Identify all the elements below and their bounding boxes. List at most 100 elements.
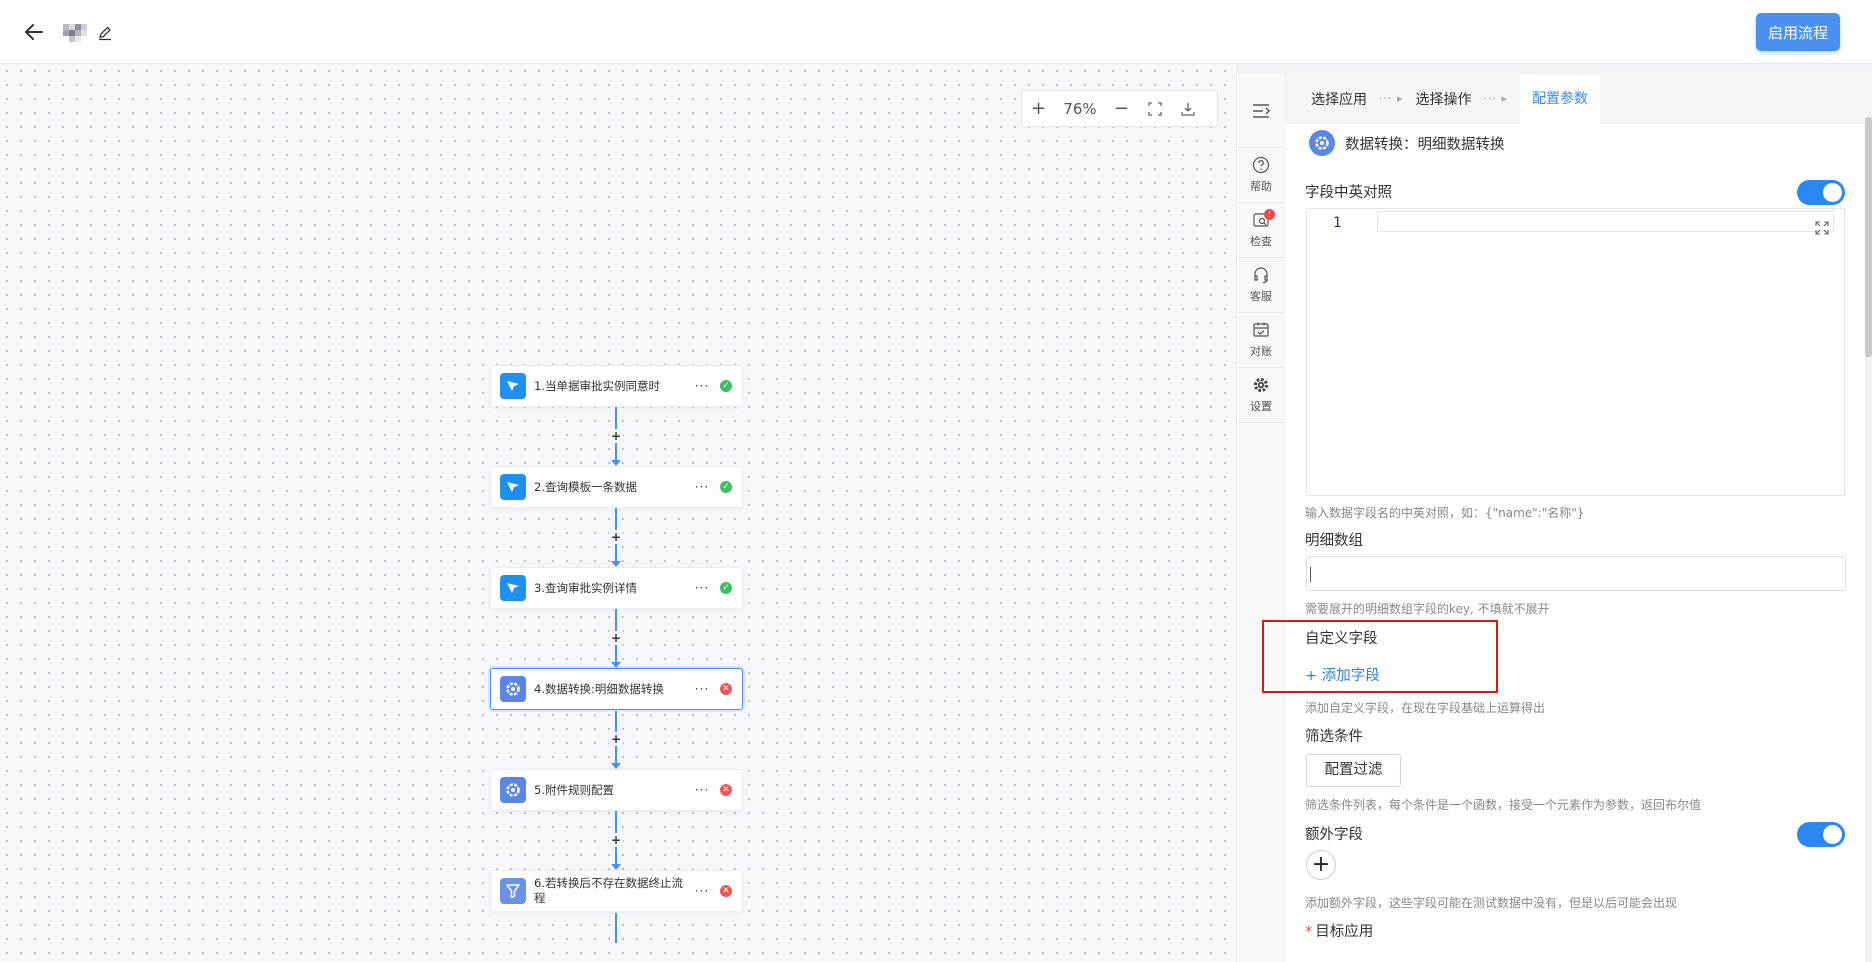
editor-current-line[interactable]: [1377, 211, 1834, 232]
flow-canvas[interactable]: [0, 64, 1236, 962]
step-separator: ··· ▸: [1483, 92, 1509, 105]
collapse-toggle[interactable]: [1237, 74, 1285, 148]
add-extra-field-button[interactable]: +: [1306, 850, 1336, 880]
flow-node[interactable]: 6.若转换后不存在数据终止流程 ··· ✕: [490, 870, 743, 912]
pointer-icon: [500, 373, 526, 399]
node-label: 3.查询审批实例详情: [534, 580, 637, 595]
top-bar: 启用流程: [0, 0, 1872, 64]
headset-icon: [1254, 267, 1268, 284]
check-badge: !: [1264, 209, 1275, 220]
scrollbar-thumb[interactable]: [1865, 117, 1872, 357]
tool-reconcile[interactable]: 对账: [1237, 313, 1285, 368]
field-mapping-label: 字段中英对照: [1305, 185, 1392, 201]
add-node-icon[interactable]: +: [609, 732, 623, 746]
extra-fields-label: 额外字段: [1305, 827, 1363, 843]
tool-label: 对账: [1250, 345, 1272, 358]
detail-array-input[interactable]: [1306, 556, 1846, 591]
step-separator: ··· ▸: [1379, 92, 1404, 105]
add-node-icon[interactable]: +: [609, 631, 623, 645]
tool-label: 检查: [1250, 235, 1272, 248]
tool-label: 帮助: [1250, 180, 1272, 193]
config-panel: 选择应用 ··· ▸ 选择操作 ··· ▸ 配置参数 数据转换：明细数据转换 字…: [1285, 73, 1872, 962]
detail-array-label: 明细数组: [1305, 533, 1363, 549]
custom-fields-hint: 添加自定义字段，在现在字段基础上运算得出: [1305, 701, 1546, 715]
node-label: 1.当单据审批实例同意时: [534, 378, 660, 393]
fit-screen-icon[interactable]: [1138, 90, 1171, 127]
node-label: 6.若转换后不存在数据终止流程: [534, 876, 683, 905]
edit-pencil-icon[interactable]: [97, 25, 113, 41]
node-more-icon[interactable]: ···: [692, 379, 712, 393]
extra-fields-hint: 添加额外字段，这些字段可能在测试数据中没有，但是以后可能会出现: [1305, 896, 1678, 910]
detail-array-hint: 需要展开的明细数组字段的key, 不填就不展开: [1305, 602, 1550, 616]
flow-node-selected[interactable]: 4.数据转换:明细数据转换 ··· ✕: [490, 668, 743, 710]
connector-line: [615, 913, 617, 943]
node-more-icon[interactable]: ···: [692, 682, 712, 696]
panel-scrollbar[interactable]: [1865, 117, 1872, 962]
status-error-icon: ✕: [720, 683, 732, 695]
status-ok-icon: ✓: [720, 380, 732, 392]
pointer-icon: [500, 474, 526, 500]
text-caret: [1310, 567, 1311, 582]
back-arrow-icon[interactable]: [22, 20, 46, 44]
field-mapping-hint: 输入数据字段名的中英对照，如：{"name":"名称"}: [1305, 506, 1585, 520]
download-icon[interactable]: [1171, 90, 1204, 127]
field-mapping-editor[interactable]: 1: [1306, 208, 1845, 496]
operation-title-text: 数据转换：明细数据转换: [1345, 136, 1505, 153]
tool-label: 客服: [1250, 290, 1272, 303]
filter-icon: [500, 878, 526, 904]
step-select-app[interactable]: 选择应用: [1311, 89, 1367, 109]
tool-sidebar: 帮助 ! 检查 客服 对账 设置: [1236, 74, 1285, 962]
add-node-icon[interactable]: +: [609, 429, 623, 443]
status-ok-icon: ✓: [720, 582, 732, 594]
operation-title: 数据转换：明细数据转换: [1309, 130, 1505, 156]
node-label: 2.查询模板一条数据: [534, 479, 637, 494]
gear-icon: [500, 777, 526, 803]
flow-node[interactable]: 5.附件规则配置 ··· ✕: [490, 769, 743, 811]
tool-settings[interactable]: 设置: [1237, 368, 1285, 423]
configure-filter-button[interactable]: 配置过滤: [1306, 754, 1401, 787]
extra-fields-toggle[interactable]: [1797, 822, 1845, 847]
zoom-toolbar: + 76% −: [1021, 90, 1218, 127]
enable-flow-button[interactable]: 启用流程: [1756, 13, 1840, 51]
add-node-icon[interactable]: +: [609, 530, 623, 544]
target-app-label: * 目标应用: [1305, 924, 1374, 940]
calendar-icon: [1253, 322, 1269, 337]
flow-node[interactable]: 2.查询模板一条数据 ··· ✓: [490, 466, 743, 508]
node-more-icon[interactable]: ···: [692, 581, 712, 595]
gear-icon: [500, 676, 526, 702]
settings-icon: [1254, 378, 1268, 392]
status-error-icon: ✕: [720, 885, 732, 897]
tool-help[interactable]: 帮助: [1237, 148, 1285, 203]
node-label: 5.附件规则配置: [534, 782, 614, 797]
gear-icon: [1309, 130, 1335, 156]
zoom-level: 76%: [1063, 99, 1097, 118]
status-error-icon: ✕: [720, 784, 732, 796]
required-mark: *: [1305, 924, 1313, 940]
pointer-icon: [500, 575, 526, 601]
zoom-out-icon[interactable]: −: [1105, 90, 1138, 127]
node-more-icon[interactable]: ···: [692, 884, 712, 898]
status-ok-icon: ✓: [720, 481, 732, 493]
help-icon: [1252, 156, 1270, 174]
node-label: 4.数据转换:明细数据转换: [534, 681, 664, 696]
node-more-icon[interactable]: ···: [692, 783, 712, 797]
filter-hint: 筛选条件列表，每个条件是一个函数，接受一个元素作为参数，返回布尔值: [1305, 798, 1702, 812]
zoom-in-icon[interactable]: +: [1022, 90, 1055, 127]
app-logo-icon: [63, 24, 87, 42]
add-node-icon[interactable]: +: [609, 833, 623, 847]
expand-icon[interactable]: [1814, 220, 1830, 236]
annotation-highlight-box: [1262, 620, 1498, 693]
menu-collapse-icon[interactable]: [1251, 102, 1271, 120]
editor-line-number: 1: [1333, 215, 1342, 231]
flow-node[interactable]: 3.查询审批实例详情 ··· ✓: [490, 567, 743, 609]
field-mapping-toggle[interactable]: [1797, 180, 1845, 205]
step-configure-params[interactable]: 配置参数: [1520, 73, 1601, 124]
node-more-icon[interactable]: ···: [692, 480, 712, 494]
tool-support[interactable]: 客服: [1237, 258, 1285, 313]
filter-label: 筛选条件: [1305, 729, 1363, 745]
tool-check[interactable]: ! 检查: [1237, 203, 1285, 258]
flow-node[interactable]: 1.当单据审批实例同意时 ··· ✓: [490, 365, 743, 407]
tool-label: 设置: [1250, 400, 1272, 413]
step-select-operation[interactable]: 选择操作: [1416, 89, 1472, 109]
step-breadcrumb: 选择应用 ··· ▸ 选择操作 ··· ▸ 配置参数: [1285, 73, 1872, 124]
